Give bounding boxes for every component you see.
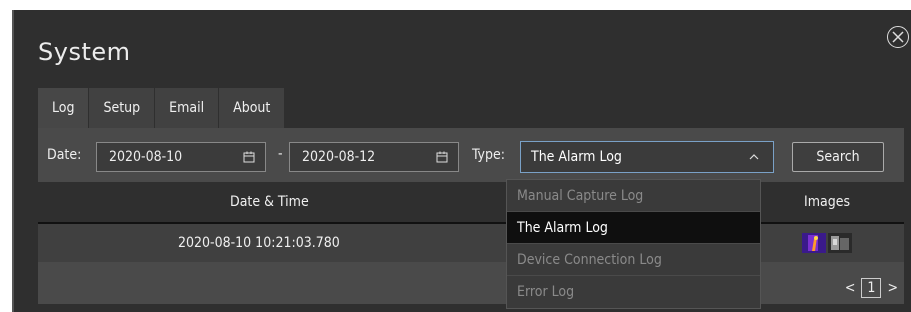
calendar-icon[interactable] <box>436 151 448 163</box>
date-to-value: 2020-08-12 <box>302 149 376 165</box>
dropdown-option-device-connection-log[interactable]: Device Connection Log <box>507 244 760 276</box>
dropdown-option-manual-capture-log[interactable]: Manual Capture Log <box>507 180 760 212</box>
chevron-up-icon <box>749 154 759 160</box>
prev-page-button[interactable]: < <box>845 280 856 296</box>
close-icon <box>892 31 904 43</box>
image-thumbnail-icon[interactable] <box>802 233 826 253</box>
search-button[interactable]: Search <box>792 142 884 172</box>
calendar-icon[interactable] <box>243 151 255 163</box>
date-label: Date: <box>47 147 82 163</box>
close-button[interactable] <box>887 26 909 48</box>
type-select-value: The Alarm Log <box>531 149 622 165</box>
column-header-datetime: Date & Time <box>230 194 309 210</box>
column-header-images: Images <box>804 194 851 210</box>
tab-log[interactable]: Log <box>38 88 90 128</box>
image-thumbnail-icon[interactable] <box>828 233 852 253</box>
table-row[interactable]: 2020-08-10 10:21:03.780 <box>38 224 904 262</box>
pagination: < 1 > <box>845 278 898 298</box>
date-to-input[interactable]: 2020-08-12 <box>289 142 459 172</box>
row-datetime: 2020-08-10 10:21:03.780 <box>178 235 340 251</box>
next-page-button[interactable]: > <box>887 280 898 296</box>
filter-bar: Date: 2020-08-10 - 2020-08-12 Type: The … <box>38 128 904 182</box>
current-page[interactable]: 1 <box>861 278 882 298</box>
dropdown-option-alarm-log[interactable]: The Alarm Log <box>507 212 760 244</box>
type-label: Type: <box>472 147 505 163</box>
date-from-input[interactable]: 2020-08-10 <box>96 142 266 172</box>
type-select[interactable]: The Alarm Log <box>520 141 774 173</box>
type-dropdown-menu: Manual Capture Log The Alarm Log Device … <box>506 179 761 309</box>
tab-setup[interactable]: Setup <box>89 88 156 128</box>
dialog-title: System <box>38 38 131 66</box>
tab-bar: Log Setup Email About <box>38 88 286 128</box>
log-panel: Date: 2020-08-10 - 2020-08-12 Type: The … <box>38 128 904 304</box>
tab-email[interactable]: Email <box>155 88 220 128</box>
date-from-value: 2020-08-10 <box>109 149 183 165</box>
date-separator: - <box>278 146 283 162</box>
dropdown-option-error-log[interactable]: Error Log <box>507 276 760 308</box>
row-images <box>802 233 852 253</box>
system-dialog: System Log Setup Email About Date: 2020-… <box>12 10 911 312</box>
tab-about[interactable]: About <box>219 88 286 128</box>
table-header: Date & Time Images <box>38 182 904 224</box>
